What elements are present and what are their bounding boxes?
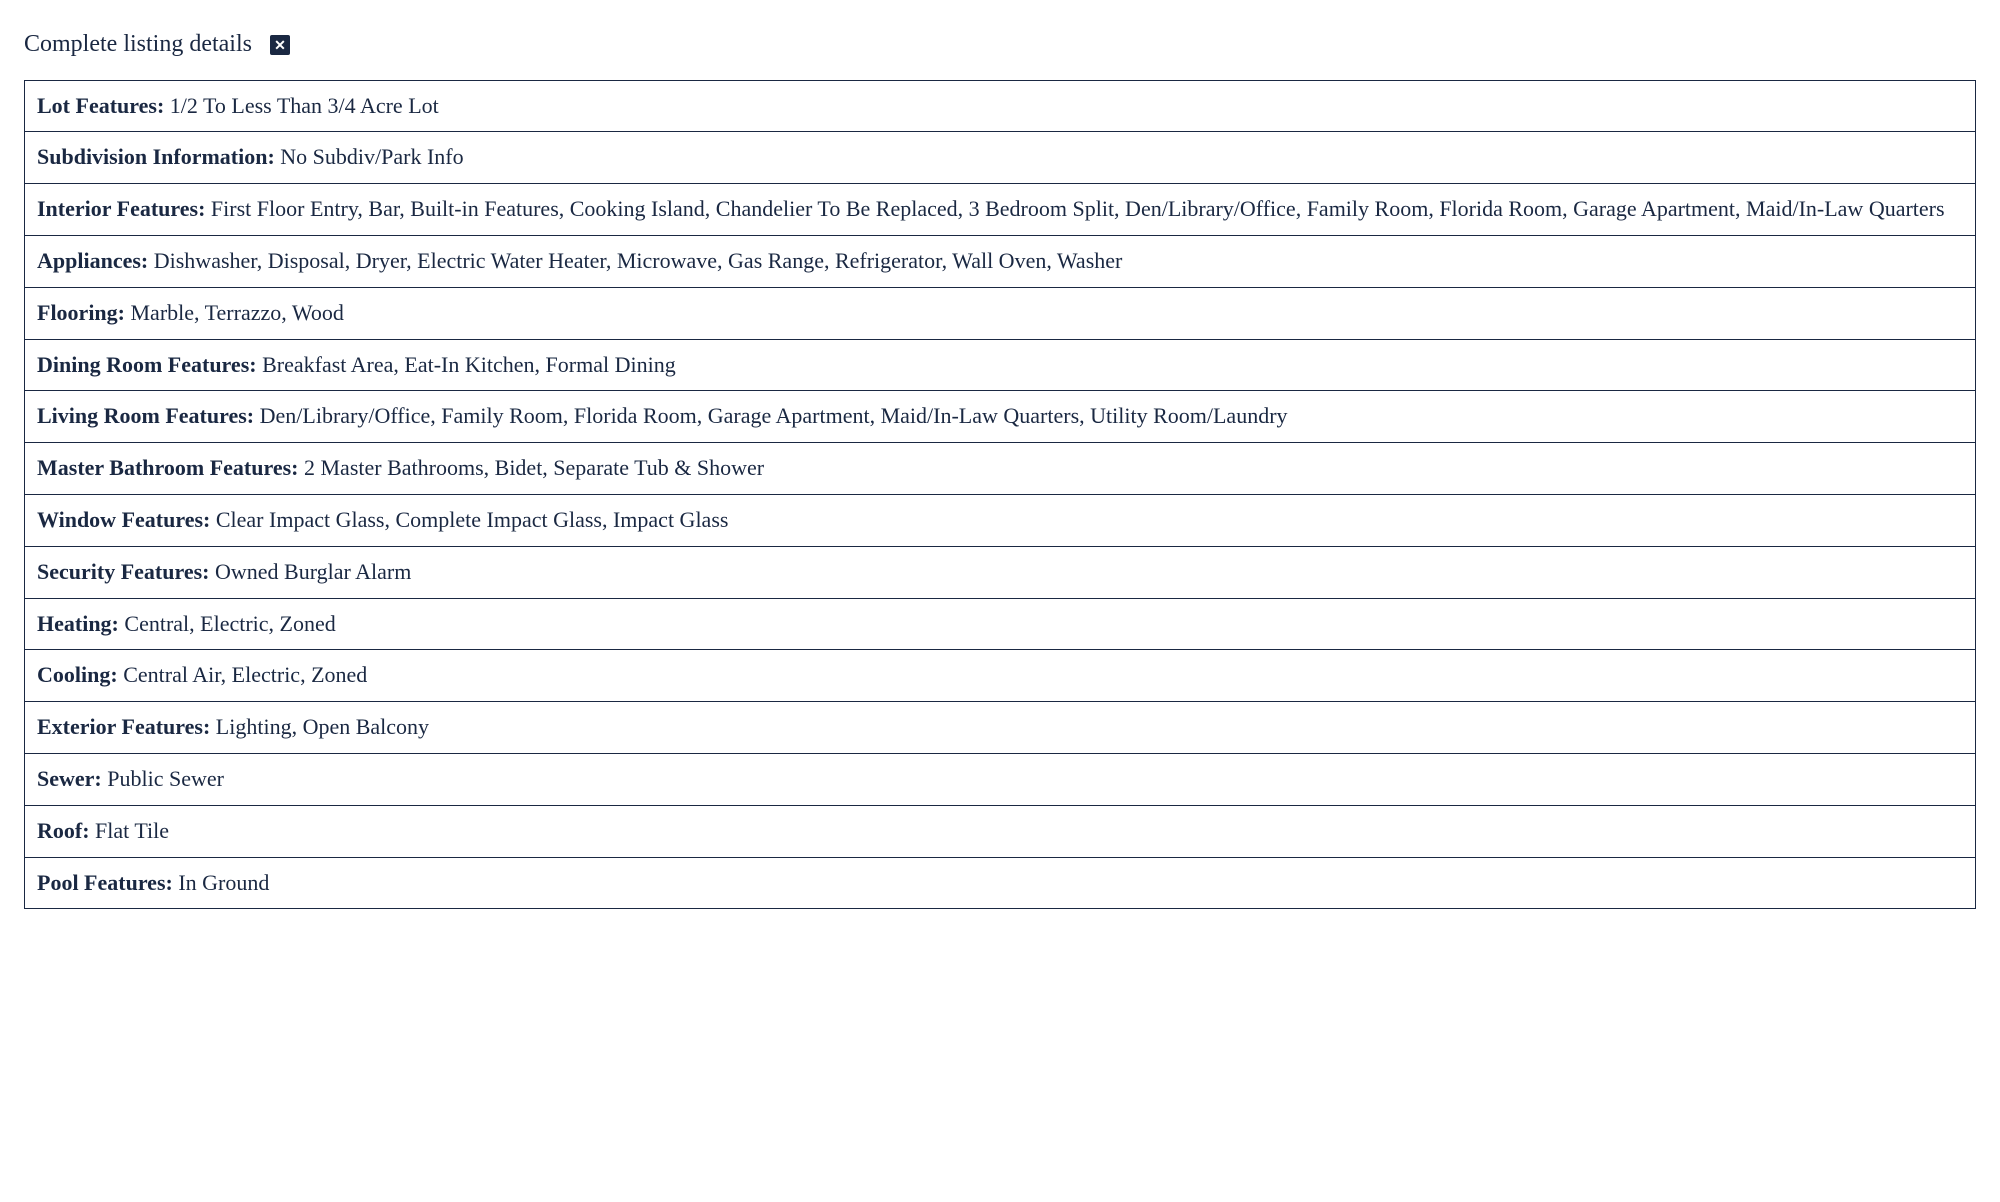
detail-label: Pool Features: — [37, 870, 173, 895]
detail-label: Interior Features: — [37, 196, 205, 221]
details-row: Dining Room Features: Breakfast Area, Ea… — [25, 340, 1975, 392]
detail-label: Master Bathroom Features: — [37, 455, 299, 480]
detail-value: Breakfast Area, Eat-In Kitchen, Formal D… — [257, 352, 676, 377]
detail-value: Clear Impact Glass, Complete Impact Glas… — [210, 507, 728, 532]
details-row: Security Features: Owned Burglar Alarm — [25, 547, 1975, 599]
details-row: Subdivision Information: No Subdiv/Park … — [25, 132, 1975, 184]
details-row: Lot Features: 1/2 To Less Than 3/4 Acre … — [25, 81, 1975, 133]
details-row: Master Bathroom Features: 2 Master Bathr… — [25, 443, 1975, 495]
detail-value: No Subdiv/Park Info — [275, 144, 464, 169]
detail-label: Exterior Features: — [37, 714, 210, 739]
detail-value: Central, Electric, Zoned — [119, 611, 336, 636]
details-row: Living Room Features: Den/Library/Office… — [25, 391, 1975, 443]
details-row: Exterior Features: Lighting, Open Balcon… — [25, 702, 1975, 754]
details-row: Window Features: Clear Impact Glass, Com… — [25, 495, 1975, 547]
details-table: Lot Features: 1/2 To Less Than 3/4 Acre … — [24, 80, 1976, 910]
close-icon: ✕ — [274, 38, 286, 52]
detail-value: 1/2 To Less Than 3/4 Acre Lot — [164, 93, 438, 118]
detail-value: Central Air, Electric, Zoned — [118, 662, 368, 687]
detail-label: Heating: — [37, 611, 119, 636]
detail-value: Dishwasher, Disposal, Dryer, Electric Wa… — [148, 248, 1122, 273]
detail-value: Lighting, Open Balcony — [210, 714, 429, 739]
details-row: Flooring: Marble, Terrazzo, Wood — [25, 288, 1975, 340]
details-row: Sewer: Public Sewer — [25, 754, 1975, 806]
detail-label: Flooring: — [37, 300, 125, 325]
detail-label: Lot Features: — [37, 93, 164, 118]
detail-value: Public Sewer — [102, 766, 224, 791]
detail-label: Subdivision Information: — [37, 144, 275, 169]
details-row: Pool Features: In Ground — [25, 858, 1975, 910]
detail-value: Marble, Terrazzo, Wood — [125, 300, 344, 325]
details-row: Interior Features: First Floor Entry, Ba… — [25, 184, 1975, 236]
detail-value: In Ground — [173, 870, 270, 895]
close-button[interactable]: ✕ — [270, 35, 290, 55]
detail-label: Cooling: — [37, 662, 118, 687]
header: Complete listing details ✕ — [24, 28, 1976, 62]
details-row: Heating: Central, Electric, Zoned — [25, 599, 1975, 651]
details-row: Appliances: Dishwasher, Disposal, Dryer,… — [25, 236, 1975, 288]
detail-value: 2 Master Bathrooms, Bidet, Separate Tub … — [299, 455, 765, 480]
detail-label: Window Features: — [37, 507, 210, 532]
detail-value: Owned Burglar Alarm — [210, 559, 412, 584]
detail-label: Appliances: — [37, 248, 148, 273]
detail-label: Sewer: — [37, 766, 102, 791]
details-row: Cooling: Central Air, Electric, Zoned — [25, 650, 1975, 702]
detail-value: Flat Tile — [90, 818, 169, 843]
details-row: Roof: Flat Tile — [25, 806, 1975, 858]
page-title: Complete listing details — [24, 28, 252, 62]
detail-label: Roof: — [37, 818, 90, 843]
detail-label: Dining Room Features: — [37, 352, 257, 377]
detail-label: Living Room Features: — [37, 403, 254, 428]
detail-label: Security Features: — [37, 559, 210, 584]
detail-value: Den/Library/Office, Family Room, Florida… — [254, 403, 1287, 428]
detail-value: First Floor Entry, Bar, Built-in Feature… — [205, 196, 1944, 221]
